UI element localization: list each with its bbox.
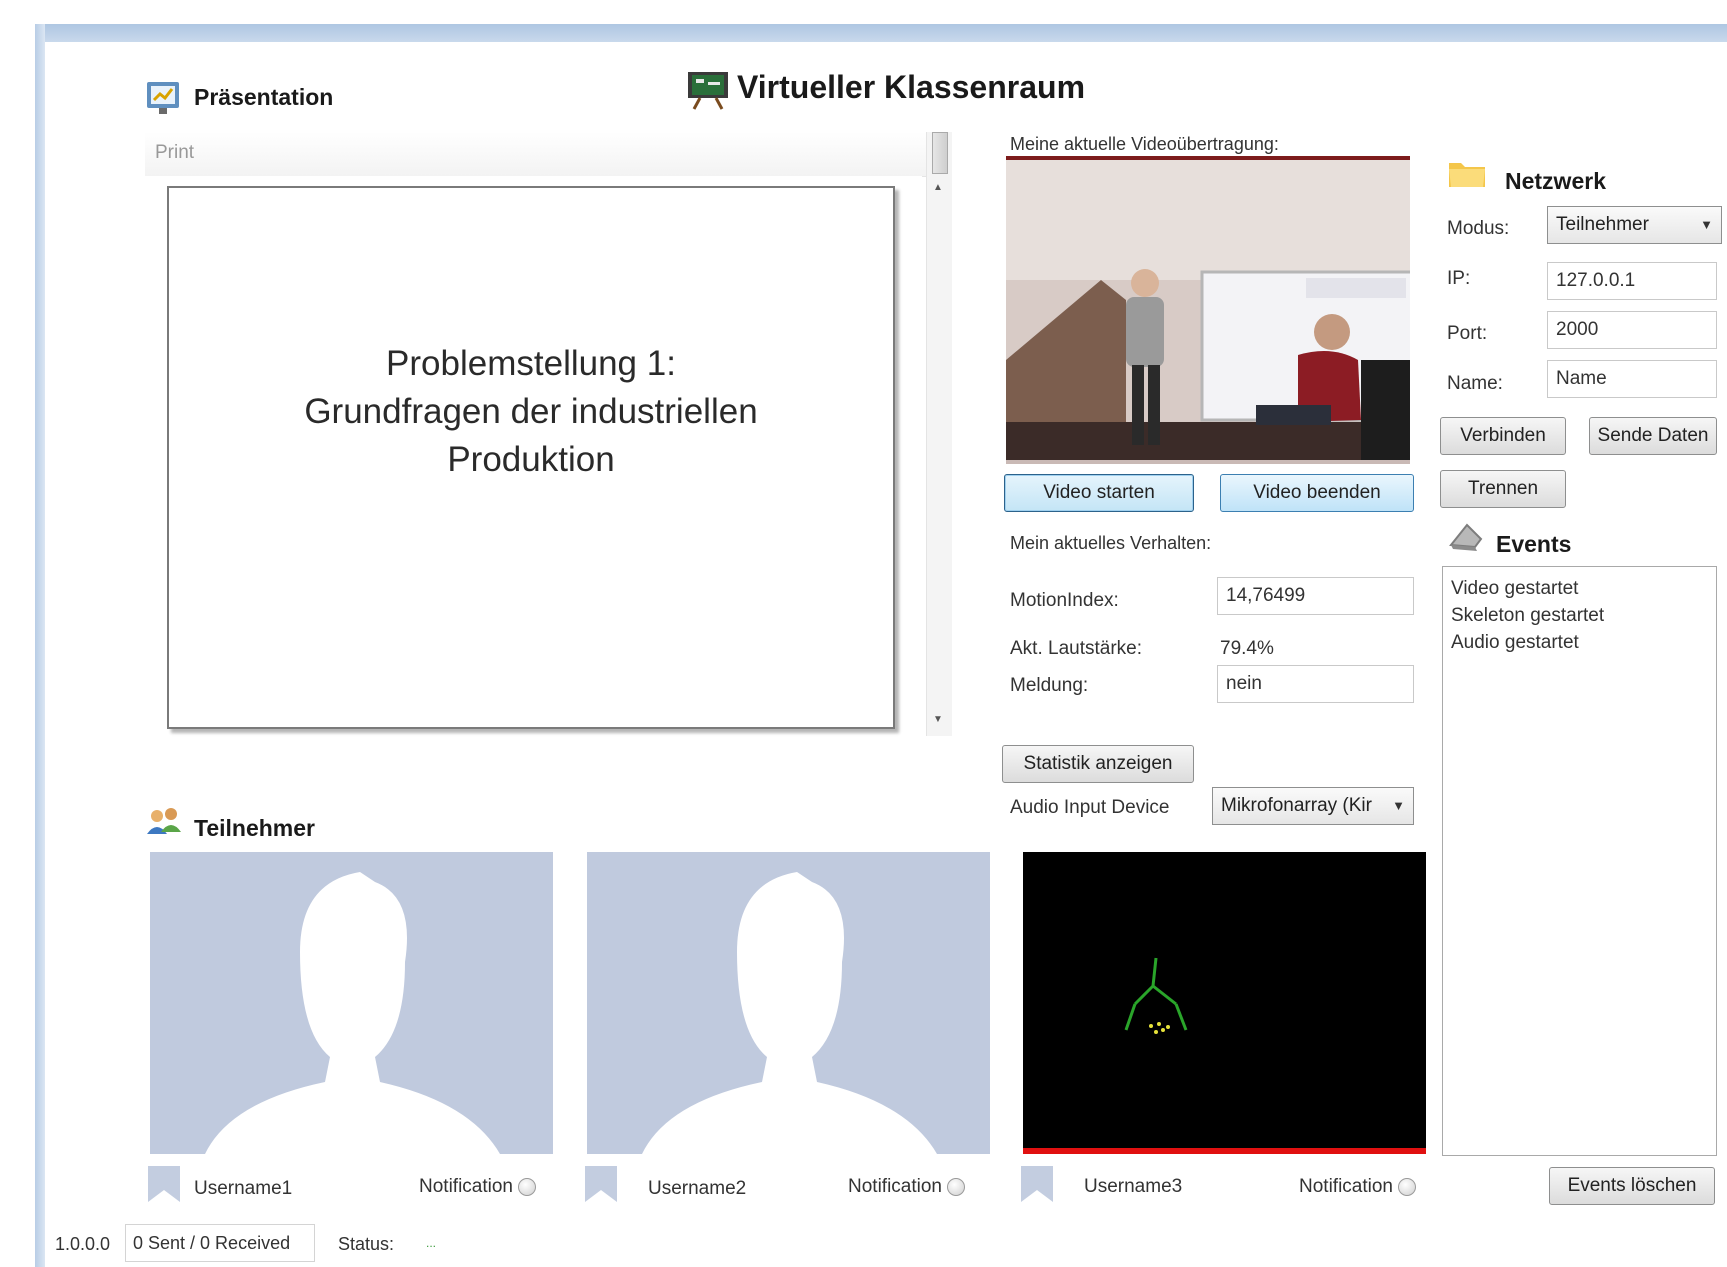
event-item: Video gestartet <box>1451 578 1579 599</box>
window-titlebar <box>35 24 1727 42</box>
slide-text-line-1: Problemstellung 1: <box>386 344 676 383</box>
clear-events-button[interactable]: Events löschen <box>1549 1167 1715 1205</box>
notification-text: Notification <box>848 1176 942 1197</box>
video-caption: Meine aktuelle Videoübertragung: <box>1010 134 1279 154</box>
event-item: Skeleton gestartet <box>1451 605 1605 626</box>
classroom-icon <box>686 70 730 110</box>
status-label: Status: <box>338 1234 395 1254</box>
presentation-toolbar: Print <box>145 132 951 177</box>
stop-video-button[interactable]: Video beenden <box>1220 474 1414 512</box>
send-data-button[interactable]: Sende Daten <box>1589 417 1717 455</box>
app-title: Virtueller Klassenraum <box>737 69 1086 105</box>
scroll-down-icon[interactable]: ▼ <box>933 714 943 725</box>
events-list[interactable]: Video gestartet Skeleton gestartet Audio… <box>1442 566 1717 1156</box>
slide-text-line-3: Produktion <box>447 440 615 479</box>
version-label: 1.0.0.0 <box>55 1234 111 1254</box>
ip-label: IP: <box>1447 268 1471 289</box>
participant-video-1 <box>150 852 553 1154</box>
start-video-button[interactable]: Video starten <box>1004 474 1194 512</box>
dropdown-arrow-icon: ▼ <box>1700 217 1713 232</box>
name-label: Name: <box>1447 373 1503 394</box>
presentation-title: Präsentation <box>194 84 334 110</box>
ip-field[interactable]: 127.0.0.1 <box>1547 262 1717 300</box>
audio-input-value: Mikrofonarray (Kir <box>1221 795 1372 816</box>
participant-video-2 <box>587 852 990 1154</box>
disconnect-button[interactable]: Trennen <box>1440 470 1566 508</box>
event-item: Audio gestartet <box>1451 632 1579 653</box>
connect-button[interactable]: Verbinden <box>1440 417 1566 455</box>
participants-title: Teilnehmer <box>194 815 315 841</box>
presentation-icon <box>145 80 183 116</box>
window-frame-left <box>35 24 45 1267</box>
volume-label: Akt. Lautstärke: <box>1010 638 1143 659</box>
user-bookmark-icon <box>146 1164 182 1204</box>
volume-value: 79.4% <box>1220 638 1274 659</box>
notification-text: Notification <box>419 1176 513 1197</box>
screen-top <box>0 0 1727 24</box>
mode-value: Teilnehmer <box>1556 214 1649 235</box>
participant-video-3 <box>1023 852 1426 1154</box>
username-label: Username3 <box>1084 1176 1183 1197</box>
dropdown-arrow-icon: ▼ <box>1392 798 1405 813</box>
notification-text: Notification <box>1299 1176 1393 1197</box>
scroll-up-icon[interactable]: ▲ <box>933 182 943 193</box>
motion-index-field[interactable]: 14,76499 <box>1217 577 1414 615</box>
notification-indicator-icon <box>947 1177 966 1196</box>
show-statistics-button[interactable]: Statistik anzeigen <box>1002 745 1194 783</box>
port-label: Port: <box>1447 323 1488 344</box>
presentation-scrollbar[interactable]: ▲ ▼ <box>926 132 952 736</box>
mode-label: Modus: <box>1447 218 1510 239</box>
events-title: Events <box>1496 531 1572 557</box>
audio-input-label: Audio Input Device <box>1010 797 1170 818</box>
audio-input-select[interactable]: Mikrofonarray (Kir ▼ <box>1212 787 1414 825</box>
mode-select[interactable]: Teilnehmer ▼ <box>1547 206 1722 244</box>
port-field[interactable]: 2000 <box>1547 311 1717 349</box>
notification-indicator-icon <box>1398 1177 1417 1196</box>
print-link[interactable]: Print <box>155 142 194 164</box>
scrollbar-thumb[interactable] <box>932 132 948 174</box>
network-title: Netzwerk <box>1505 168 1606 194</box>
report-field[interactable]: nein <box>1217 665 1414 703</box>
video-preview <box>1006 156 1410 464</box>
slide-text-line-2: Grundfragen der industriellen <box>304 392 758 431</box>
notification-label: Notification <box>848 1176 966 1198</box>
report-label: Meldung: <box>1010 675 1089 696</box>
user-bookmark-icon <box>583 1164 619 1204</box>
motion-index-label: MotionIndex: <box>1010 590 1119 611</box>
slide: Problemstellung 1: Grundfragen der indus… <box>167 186 895 729</box>
participants-icon <box>145 806 183 840</box>
name-field[interactable]: Name <box>1547 360 1717 398</box>
username-label: Username2 <box>648 1178 747 1199</box>
notification-label: Notification <box>1299 1176 1417 1198</box>
user-bookmark-icon <box>1019 1164 1055 1204</box>
status-value: ... <box>426 1236 437 1250</box>
network-folder-icon <box>1447 155 1487 191</box>
notification-label: Notification <box>419 1176 537 1198</box>
behavior-caption: Mein aktuelles Verhalten: <box>1010 533 1212 553</box>
events-icon <box>1447 519 1487 553</box>
notification-indicator-icon <box>518 1177 537 1196</box>
username-label: Username1 <box>194 1178 293 1199</box>
traffic-counter: 0 Sent / 0 Received <box>125 1224 315 1262</box>
